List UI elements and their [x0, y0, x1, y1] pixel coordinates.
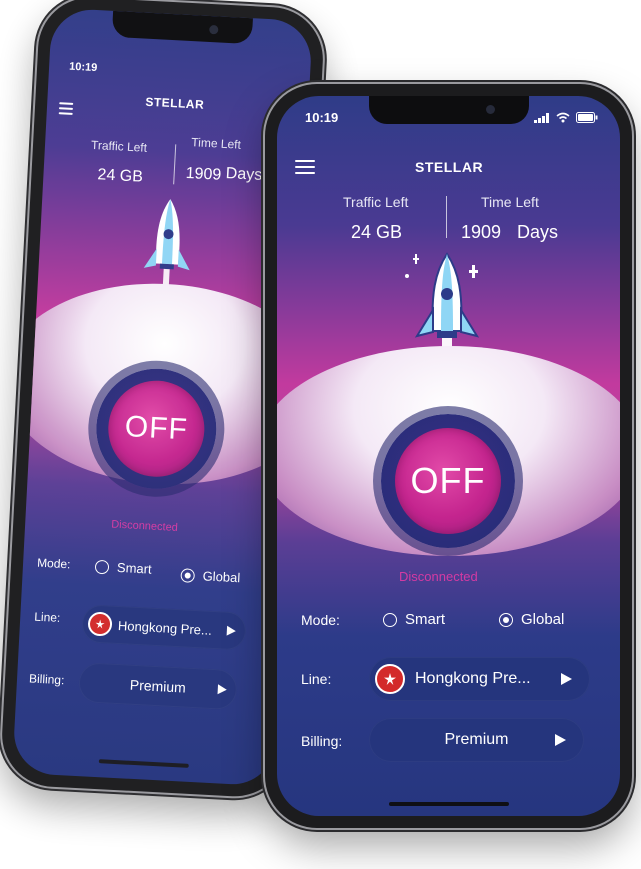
time-value: 1909 [461, 222, 502, 242]
billing-label: Billing: [28, 671, 65, 688]
status-time: 10:19 [68, 60, 98, 75]
signal-icon [534, 112, 549, 123]
connection-status: Disconnected [399, 569, 478, 584]
billing-value: Premium [129, 676, 187, 696]
billing-value: Premium [444, 731, 509, 748]
notch [368, 96, 529, 124]
play-icon [226, 625, 237, 637]
time-label: Time Left [481, 194, 539, 210]
connection-status: Disconnected [110, 518, 179, 534]
play-icon [561, 673, 572, 685]
billing-selector[interactable]: Premium [77, 662, 238, 711]
line-label: Line: [33, 609, 61, 625]
time-unit: Days [225, 165, 263, 184]
mode-smart-label: Smart [116, 559, 153, 577]
time-unit: Days [517, 222, 559, 242]
mode-label: Mode: [36, 555, 71, 572]
hongkong-flag-icon [87, 611, 113, 637]
line-label: Line: [301, 671, 332, 687]
status-time: 10:19 [305, 110, 339, 125]
mode-global-label: Global [521, 611, 565, 628]
mode-smart-radio[interactable]: Smart [383, 611, 445, 628]
menu-icon[interactable] [295, 160, 315, 174]
mode-global-label: Global [202, 568, 241, 586]
mode-label: Mode: [301, 612, 340, 628]
time-label: Time Left [191, 135, 242, 152]
play-icon [555, 734, 566, 746]
billing-selector[interactable]: Premium [369, 718, 584, 762]
line-selector[interactable]: Hongkong Pre... [369, 657, 590, 701]
radio-checked-icon [499, 612, 513, 627]
hongkong-flag-icon [375, 664, 405, 694]
power-label: OFF [410, 460, 486, 501]
line-value: Hongkong Pre... [415, 670, 531, 687]
mode-global-radio[interactable]: Global [499, 611, 564, 628]
home-indicator [388, 802, 509, 806]
time-value: 1909 [185, 164, 222, 184]
line-selector[interactable]: Hongkong Pre... [81, 604, 247, 651]
power-button[interactable]: OFF [395, 428, 501, 534]
notch [111, 10, 253, 45]
traffic-value: 24 GB [97, 166, 144, 186]
app-title: STELLAR [145, 94, 205, 112]
traffic-value: 24 GB [351, 222, 403, 242]
wifi-icon [556, 112, 570, 123]
front-phone: 10:19 STELLAR Traffic Left 24 GB Time Le… [265, 84, 632, 828]
radio-unchecked-icon [94, 559, 110, 574]
play-icon [217, 684, 228, 695]
radio-unchecked-icon [383, 612, 397, 627]
traffic-label: Traffic Left [343, 194, 409, 210]
app-title: STELLAR [415, 159, 484, 175]
mode-global-radio[interactable]: Global [180, 567, 241, 586]
status-icons [534, 112, 598, 123]
home-indicator [98, 759, 189, 768]
power-label: OFF [124, 410, 189, 447]
line-value: Hongkong Pre... [117, 617, 213, 638]
traffic-label: Traffic Left [90, 137, 148, 155]
mode-smart-radio[interactable]: Smart [94, 559, 153, 577]
front-screen: 10:19 STELLAR Traffic Left 24 GB Time Le… [277, 96, 620, 816]
billing-label: Billing: [301, 733, 343, 749]
stats-divider [173, 144, 177, 185]
radio-checked-icon [180, 567, 196, 583]
menu-icon[interactable] [58, 102, 74, 115]
mode-smart-label: Smart [405, 611, 446, 628]
stats-divider [446, 196, 447, 238]
battery-icon [576, 112, 598, 123]
